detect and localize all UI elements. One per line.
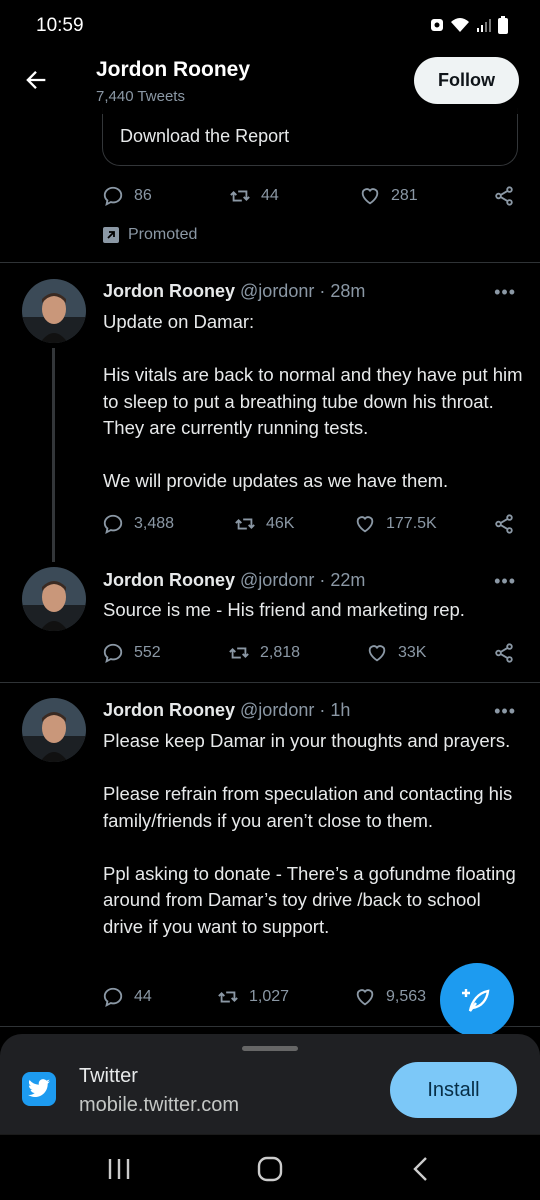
app-url: mobile.twitter.com <box>79 1094 240 1116</box>
retweet-button[interactable]: 2,818 <box>228 640 300 666</box>
reply-count: 3,488 <box>134 515 175 532</box>
reply-icon <box>103 186 123 206</box>
avatar[interactable] <box>22 279 86 343</box>
reply-button[interactable]: 552 <box>102 640 161 666</box>
reply-button[interactable]: 86 <box>102 183 152 209</box>
retweet-icon <box>229 647 249 659</box>
like-button[interactable]: 281 <box>359 183 418 209</box>
like-button[interactable]: 33K <box>366 640 426 666</box>
like-count: 9,563 <box>386 988 427 1005</box>
avatar[interactable] <box>22 567 86 631</box>
retweet-icon <box>235 518 255 530</box>
tweet-actions: 552 2,818 33K <box>102 640 520 666</box>
compose-button[interactable] <box>440 963 514 1037</box>
tweet-handle-time: @jordonr · 22m <box>240 570 366 590</box>
tweet-display-name[interactable]: Jordon Rooney <box>103 281 235 301</box>
follow-button[interactable]: Follow <box>414 57 519 104</box>
wifi-icon <box>451 18 469 32</box>
profile-header: Jordon Rooney 7,440 Tweets Follow <box>0 48 540 114</box>
like-count: 281 <box>391 187 418 204</box>
reply-icon <box>103 514 123 534</box>
more-icon[interactable]: ••• <box>494 282 516 303</box>
reply-button[interactable]: 44 <box>102 984 152 1010</box>
share-button[interactable] <box>493 640 515 666</box>
app-install-banner: Twitter mobile.twitter.com Install <box>0 1034 540 1134</box>
tweet-display-name[interactable]: Jordon Rooney <box>103 700 235 720</box>
retweet-button[interactable]: 46K <box>234 511 294 537</box>
reply-icon <box>103 987 123 1007</box>
tweet-text: Please keep Damar in your thoughts and p… <box>103 730 516 937</box>
tweet-handle-time: @jordonr · 28m <box>240 281 366 301</box>
reply-button[interactable]: 3,488 <box>102 511 174 537</box>
app-name: Twitter <box>79 1065 138 1087</box>
reply-count: 44 <box>134 988 152 1005</box>
header-tweet-count: 7,440 Tweets <box>96 88 185 105</box>
reply-icon <box>103 643 123 663</box>
status-bar: 10:59 <box>0 0 540 48</box>
share-button[interactable] <box>493 183 515 209</box>
more-icon[interactable]: ••• <box>494 571 516 592</box>
back-arrow-icon[interactable] <box>22 66 50 94</box>
tweet-handle-time: @jordonr · 1h <box>240 700 351 720</box>
tweet-header: Jordon Rooney @jordonr · 28m <box>103 281 365 302</box>
tweet-actions: 3,488 46K 177.5K <box>102 511 520 537</box>
like-icon <box>361 188 379 205</box>
divider <box>0 682 540 683</box>
system-nav-bar <box>0 1134 540 1200</box>
more-icon[interactable]: ••• <box>494 701 516 722</box>
like-icon <box>356 516 374 533</box>
install-button[interactable]: Install <box>390 1062 517 1118</box>
reply-count: 552 <box>134 644 161 661</box>
promo-actions: 86 44 281 <box>102 183 520 209</box>
like-count: 177.5K <box>386 515 437 532</box>
battery-icon <box>498 16 508 34</box>
promo-card-text: Download the Report <box>120 126 290 146</box>
divider <box>0 262 540 263</box>
retweet-icon <box>218 991 238 1003</box>
thread-connector <box>52 348 55 562</box>
retweet-button[interactable]: 44 <box>229 183 279 209</box>
signal-icon <box>477 19 491 32</box>
status-time: 10:59 <box>36 15 84 36</box>
retweet-count: 44 <box>261 187 279 204</box>
tweet-header: Jordon Rooney @jordonr · 22m <box>103 570 365 591</box>
like-button[interactable]: 9,563 <box>354 984 426 1010</box>
tweet-header: Jordon Rooney @jordonr · 1h <box>103 700 350 721</box>
retweet-count: 46K <box>266 515 295 532</box>
retweet-icon <box>230 190 250 202</box>
avatar[interactable] <box>22 698 86 762</box>
share-icon <box>495 514 513 534</box>
like-icon <box>368 645 386 662</box>
reply-count: 86 <box>134 187 152 204</box>
like-button[interactable]: 177.5K <box>354 511 437 537</box>
back-icon[interactable] <box>406 1155 436 1183</box>
twitter-bird-icon <box>22 1072 56 1106</box>
avatar-image <box>22 279 86 343</box>
recents-icon[interactable] <box>104 1155 134 1183</box>
retweet-button[interactable]: 1,027 <box>217 984 289 1010</box>
share-icon <box>495 186 513 206</box>
promoted-icon <box>103 227 119 243</box>
avatar-image <box>22 567 86 631</box>
avatar-image <box>22 698 86 762</box>
tweet-text: Update on Damar: His vitals are back to … <box>103 311 523 491</box>
promoted-text: Promoted <box>128 226 198 243</box>
notification-icon <box>431 19 443 31</box>
promo-link-card[interactable]: Download the Report <box>102 108 518 166</box>
sheet-handle[interactable] <box>242 1046 298 1051</box>
tweet-text: Source is me - His friend and marketing … <box>103 599 465 620</box>
home-icon[interactable] <box>255 1155 285 1183</box>
promoted-label: Promoted <box>102 226 197 244</box>
tweet-display-name[interactable]: Jordon Rooney <box>103 570 235 590</box>
retweet-count: 1,027 <box>249 988 290 1005</box>
header-profile-name: Jordon Rooney <box>96 58 251 81</box>
retweet-count: 2,818 <box>260 644 301 661</box>
status-icons <box>430 16 508 34</box>
compose-icon <box>462 989 490 1012</box>
like-icon <box>356 989 374 1006</box>
share-button[interactable] <box>493 511 515 537</box>
share-icon <box>495 643 513 663</box>
like-count: 33K <box>398 644 427 661</box>
